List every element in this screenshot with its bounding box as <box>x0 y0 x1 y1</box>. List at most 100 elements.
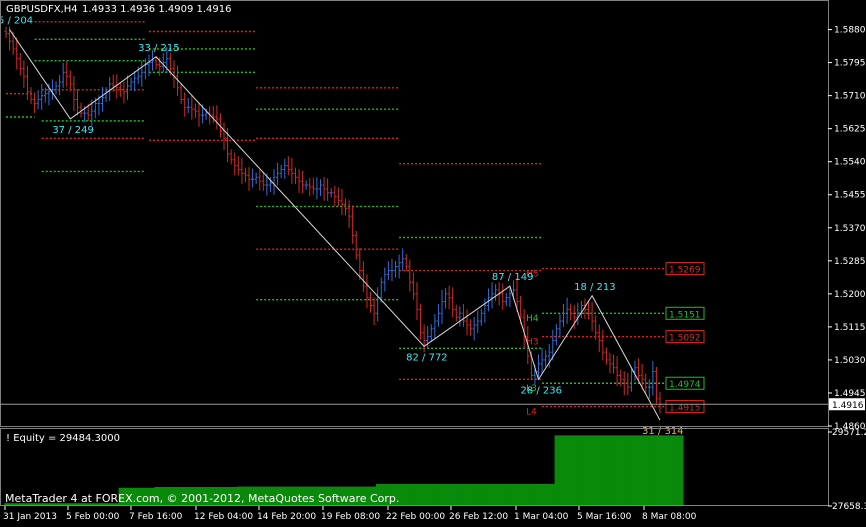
equity-bar <box>572 435 577 506</box>
trading-chart-window[interactable]: 1.5269 1.5151 1.5092 1.4974 1.4915 H5 H4 H3 L3 L4… <box>0 0 866 523</box>
x-tick-label: 12 Feb 04:00 <box>194 512 253 522</box>
equity-bar <box>647 435 652 506</box>
chart-canvas[interactable]: 1.52691.51511.50921.49741.4915H5H4H3L3L4… <box>0 0 866 523</box>
equity-bar <box>404 483 409 506</box>
equity-bar <box>454 483 459 506</box>
equity-bar <box>436 483 441 506</box>
equity-bar <box>508 483 512 506</box>
equity-bar <box>672 435 677 506</box>
equity-bar <box>429 483 434 506</box>
y-tick-label: 1.5880 <box>834 26 866 36</box>
equity-bar <box>472 483 477 506</box>
equity-bar <box>447 483 452 506</box>
copyright-text: MetaTrader 4 at FOREX.com, © 2001-2012, … <box>5 492 399 505</box>
equity-bar <box>515 483 520 506</box>
equity-bar <box>418 483 423 506</box>
zigzag-swing-label: 35 / 204 <box>0 16 33 27</box>
equity-bar <box>576 435 580 506</box>
symbol-label: GBPUSDFX,H4 <box>6 4 78 15</box>
equity-bar <box>504 483 509 506</box>
pivot-value-label: 1.5151 <box>669 310 701 320</box>
y-tick-label: 1.5625 <box>834 125 866 135</box>
pivot-value-label: 1.5269 <box>669 266 701 276</box>
x-tick-label: 5 Mar 16:00 <box>577 512 632 522</box>
equity-bar <box>479 483 484 506</box>
equity-bar <box>400 483 405 506</box>
equity-bar <box>529 483 534 506</box>
equity-y-tick-label: 27658.3 <box>832 502 866 512</box>
equity-bar <box>558 435 563 506</box>
y-tick-label: 1.5455 <box>834 191 866 201</box>
pivot-value-label: 1.4974 <box>669 380 701 390</box>
ohlc-label: 1.4933 1.4936 1.4909 1.4916 <box>82 4 232 15</box>
equity-bar <box>651 435 655 506</box>
equity-bar <box>425 483 430 506</box>
y-tick-label: 1.5370 <box>834 224 866 234</box>
equity-bar <box>640 435 645 506</box>
equity-bar <box>608 435 613 506</box>
equity-bar <box>500 483 505 506</box>
equity-bar <box>633 435 638 506</box>
equity-y-tick-label: 29571.2 <box>832 428 866 438</box>
x-tick-label: 1 Mar 04:00 <box>514 512 569 522</box>
indicator-label: ! Equity = 29484.3000 <box>6 433 120 444</box>
equity-bar <box>475 483 480 506</box>
y-tick-label: 1.5540 <box>834 158 866 168</box>
equity-bar <box>565 435 570 506</box>
equity-bar <box>540 483 545 506</box>
equity-bar <box>536 483 541 506</box>
equity-bar <box>668 435 673 506</box>
y-tick-label: 1.4945 <box>834 389 866 399</box>
equity-bar <box>443 483 448 506</box>
equity-bar <box>543 483 548 506</box>
equity-bar <box>604 435 609 506</box>
equity-bar <box>525 483 530 506</box>
equity-bar <box>593 435 598 506</box>
x-tick-label: 7 Feb 16:00 <box>129 512 183 522</box>
zigzag-swing-label: 82 / 772 <box>406 352 448 363</box>
equity-bar <box>615 435 620 506</box>
equity-bar <box>458 483 462 506</box>
equity-bar <box>411 483 416 506</box>
equity-bar <box>679 435 684 506</box>
pivot-value-label: 1.5092 <box>669 334 701 344</box>
equity-bar <box>461 483 466 506</box>
equity-bar <box>551 483 555 506</box>
equity-bar <box>583 435 588 506</box>
equity-bar <box>554 435 559 506</box>
equity-bar <box>433 483 437 506</box>
y-tick-label: 1.5795 <box>834 59 866 69</box>
equity-bar <box>665 435 670 506</box>
pivot-value-label: 1.4915 <box>669 404 701 414</box>
equity-bar <box>522 483 527 506</box>
equity-bar <box>486 483 491 506</box>
equity-bar <box>597 435 602 506</box>
equity-bar <box>547 483 552 506</box>
y-tick-label: 1.5285 <box>834 257 866 267</box>
equity-bar <box>408 483 412 506</box>
y-tick-label: 1.5710 <box>834 92 866 102</box>
x-tick-label: 8 Mar 08:00 <box>642 512 697 522</box>
zigzag-swing-label: 18 / 213 <box>574 282 616 293</box>
equity-bar <box>483 483 487 506</box>
equity-bar <box>654 435 659 506</box>
equity-bar <box>661 435 666 506</box>
equity-bar <box>490 483 495 506</box>
zigzag-swing-label: 87 / 149 <box>492 272 534 283</box>
equity-bar <box>629 435 634 506</box>
equity-bar <box>450 483 455 506</box>
equity-bar <box>440 483 445 506</box>
y-tick-label: 1.5200 <box>834 290 866 300</box>
equity-bar <box>658 435 663 506</box>
equity-bar <box>676 435 680 506</box>
x-tick-label: 19 Feb 08:00 <box>321 512 380 522</box>
equity-bar <box>636 435 641 506</box>
zigzag-swing-label: 28 / 236 <box>520 385 562 396</box>
x-tick-label: 31 Jan 2013 <box>3 512 57 522</box>
equity-bar <box>422 483 427 506</box>
equity-bar <box>415 483 420 506</box>
pivot-level-tag: L4 <box>526 407 537 417</box>
equity-bar <box>511 483 516 506</box>
equity-bar <box>611 435 616 506</box>
equity-bar <box>586 435 591 506</box>
